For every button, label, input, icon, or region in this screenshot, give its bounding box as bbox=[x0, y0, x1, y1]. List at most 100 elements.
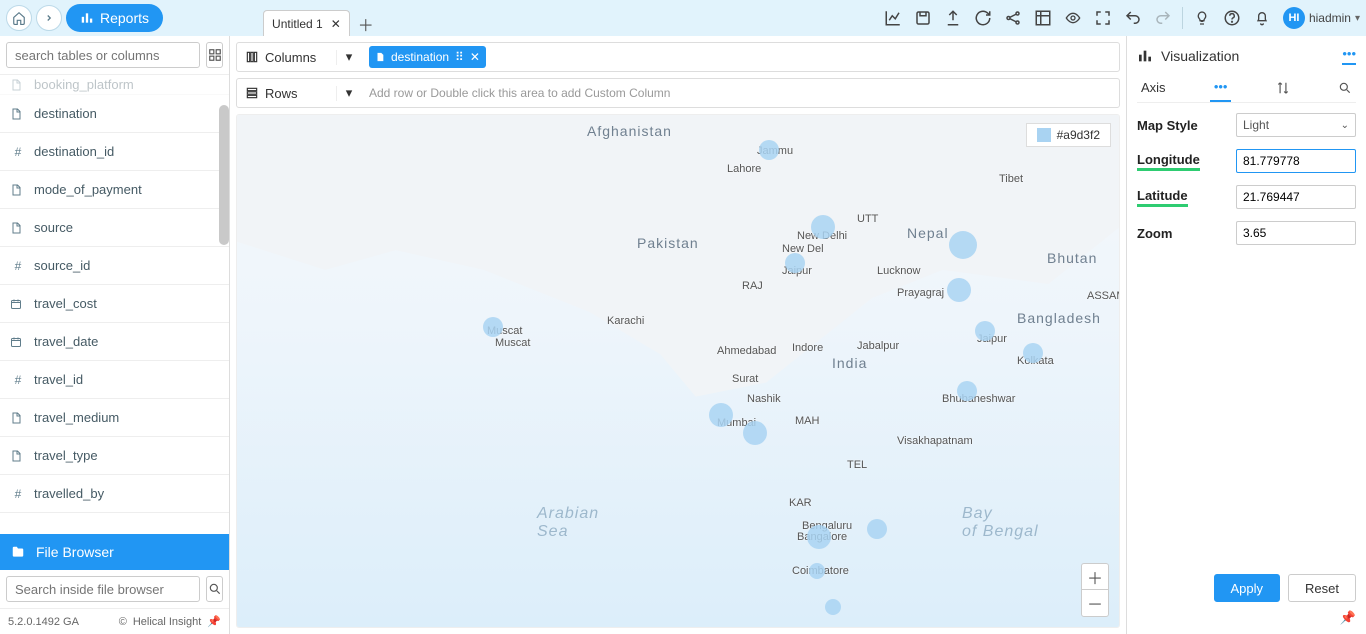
redo-icon[interactable] bbox=[1148, 3, 1178, 33]
field-item-travel_medium[interactable]: travel_medium bbox=[0, 399, 229, 437]
vis-more-icon[interactable]: ••• bbox=[1342, 46, 1356, 65]
columns-dropdown[interactable]: ▾ bbox=[337, 49, 361, 65]
data-bubble[interactable] bbox=[759, 140, 779, 160]
data-bubble[interactable] bbox=[947, 278, 971, 302]
bell-icon[interactable] bbox=[1247, 3, 1277, 33]
legend-swatch bbox=[1037, 128, 1051, 142]
rows-placeholder[interactable]: Add row or Double click this area to add… bbox=[361, 86, 1119, 100]
map-style-select[interactable]: Light ⌄ bbox=[1236, 113, 1356, 137]
field-item-booking_platform[interactable]: booking_platform bbox=[0, 75, 229, 95]
zoom-input[interactable] bbox=[1236, 221, 1356, 245]
tab-label: Untitled 1 bbox=[272, 17, 323, 31]
doc-icon bbox=[10, 78, 26, 92]
search-icon[interactable] bbox=[206, 576, 223, 602]
close-icon[interactable]: ✕ bbox=[331, 17, 341, 31]
bulb-icon[interactable] bbox=[1187, 3, 1217, 33]
map-canvas[interactable]: AfghanistanPakistanNepalBhutanBangladesh… bbox=[236, 114, 1120, 628]
pill-label: destination bbox=[391, 50, 449, 64]
data-bubble[interactable] bbox=[957, 381, 977, 401]
scrollbar-thumb[interactable] bbox=[219, 105, 229, 245]
eye-icon[interactable] bbox=[1058, 3, 1088, 33]
longitude-input[interactable] bbox=[1236, 149, 1356, 173]
field-label: source bbox=[34, 220, 73, 235]
chart-icon[interactable] bbox=[878, 3, 908, 33]
data-bubble[interactable] bbox=[807, 525, 831, 549]
field-item-travel_cost[interactable]: travel_cost bbox=[0, 285, 229, 323]
rows-label: Rows bbox=[265, 86, 298, 101]
remove-pill-icon[interactable]: ✕ bbox=[470, 50, 480, 64]
pin-icon[interactable]: 📌 bbox=[207, 615, 221, 628]
chevron-down-icon: ⌄ bbox=[1341, 120, 1349, 131]
layout-icon[interactable] bbox=[1028, 3, 1058, 33]
data-bubble[interactable] bbox=[809, 563, 825, 579]
doc-icon bbox=[10, 449, 26, 463]
hash-icon: # bbox=[10, 145, 26, 159]
rows-shelf[interactable]: Rows ▾ Add row or Double click this area… bbox=[236, 78, 1120, 108]
breadcrumb-next[interactable] bbox=[36, 5, 62, 31]
map-style-value: Light bbox=[1243, 118, 1269, 132]
field-label: travel_medium bbox=[34, 410, 119, 425]
reset-button[interactable]: Reset bbox=[1288, 574, 1356, 602]
drag-icon[interactable]: ⠿ bbox=[455, 50, 464, 64]
tab-axis[interactable]: Axis bbox=[1137, 74, 1170, 101]
home-button[interactable] bbox=[6, 5, 32, 31]
new-tab-button[interactable]: ＋ bbox=[358, 12, 374, 36]
latitude-input[interactable] bbox=[1236, 185, 1356, 209]
file-browser-toggle[interactable]: File Browser bbox=[0, 534, 229, 570]
field-search-input[interactable] bbox=[6, 42, 200, 68]
apply-button[interactable]: Apply bbox=[1214, 574, 1281, 602]
field-item-travel_type[interactable]: travel_type bbox=[0, 437, 229, 475]
refresh-icon[interactable] bbox=[968, 3, 998, 33]
map-style-label: Map Style bbox=[1137, 118, 1198, 133]
data-bubble[interactable] bbox=[975, 321, 995, 341]
tab-more[interactable]: ••• bbox=[1210, 73, 1232, 102]
document-tab[interactable]: Untitled 1 ✕ bbox=[263, 10, 350, 36]
undo-icon[interactable] bbox=[1118, 3, 1148, 33]
field-item-source[interactable]: source bbox=[0, 209, 229, 247]
field-item-travel_id[interactable]: #travel_id bbox=[0, 361, 229, 399]
doc-icon bbox=[375, 51, 385, 63]
panel-search-icon[interactable] bbox=[1334, 75, 1356, 101]
data-bubble[interactable] bbox=[483, 317, 503, 337]
data-bubble[interactable] bbox=[811, 215, 835, 239]
data-bubble[interactable] bbox=[1023, 343, 1043, 363]
field-item-travelled_by[interactable]: #travelled_by bbox=[0, 475, 229, 513]
data-bubble[interactable] bbox=[825, 599, 841, 615]
sort-icon[interactable] bbox=[1272, 75, 1294, 101]
columns-shelf[interactable]: Columns ▾ destination ⠿ ✕ bbox=[236, 42, 1120, 72]
user-menu[interactable]: HI hiadmin ▾ bbox=[1283, 7, 1360, 29]
folder-icon bbox=[10, 545, 26, 559]
field-item-travel_date[interactable]: travel_date bbox=[0, 323, 229, 361]
data-bubble[interactable] bbox=[709, 403, 733, 427]
export-icon[interactable] bbox=[938, 3, 968, 33]
data-bubble[interactable] bbox=[743, 421, 767, 445]
calendar-icon bbox=[10, 336, 26, 348]
columns-icon bbox=[245, 50, 259, 64]
field-item-source_id[interactable]: #source_id bbox=[0, 247, 229, 285]
data-bubble[interactable] bbox=[867, 519, 887, 539]
grid-icon[interactable] bbox=[206, 42, 223, 68]
longitude-label: Longitude bbox=[1137, 152, 1200, 171]
share-icon[interactable] bbox=[998, 3, 1028, 33]
field-label: travel_date bbox=[34, 334, 98, 349]
zoom-out-button[interactable]: － bbox=[1082, 590, 1108, 616]
panel-pin-icon[interactable]: 📌 bbox=[1340, 610, 1356, 625]
help-icon[interactable] bbox=[1217, 3, 1247, 33]
user-name: hiadmin bbox=[1309, 11, 1351, 25]
fullscreen-icon[interactable] bbox=[1088, 3, 1118, 33]
data-bubble[interactable] bbox=[949, 231, 977, 259]
field-item-mode_of_payment[interactable]: mode_of_payment bbox=[0, 171, 229, 209]
column-pill-destination[interactable]: destination ⠿ ✕ bbox=[369, 46, 486, 68]
field-item-destination[interactable]: destination bbox=[0, 95, 229, 133]
save-icon[interactable] bbox=[908, 3, 938, 33]
latitude-label: Latitude bbox=[1137, 188, 1188, 207]
doc-icon bbox=[10, 183, 26, 197]
zoom-in-button[interactable]: ＋ bbox=[1082, 564, 1108, 590]
version-label: 5.2.0.1492 GA bbox=[8, 616, 79, 628]
data-bubble[interactable] bbox=[785, 253, 805, 273]
field-label: travel_type bbox=[34, 448, 98, 463]
field-item-destination_id[interactable]: #destination_id bbox=[0, 133, 229, 171]
rows-dropdown[interactable]: ▾ bbox=[337, 85, 361, 101]
reports-pill[interactable]: Reports bbox=[66, 4, 163, 32]
file-search-input[interactable] bbox=[6, 576, 200, 602]
